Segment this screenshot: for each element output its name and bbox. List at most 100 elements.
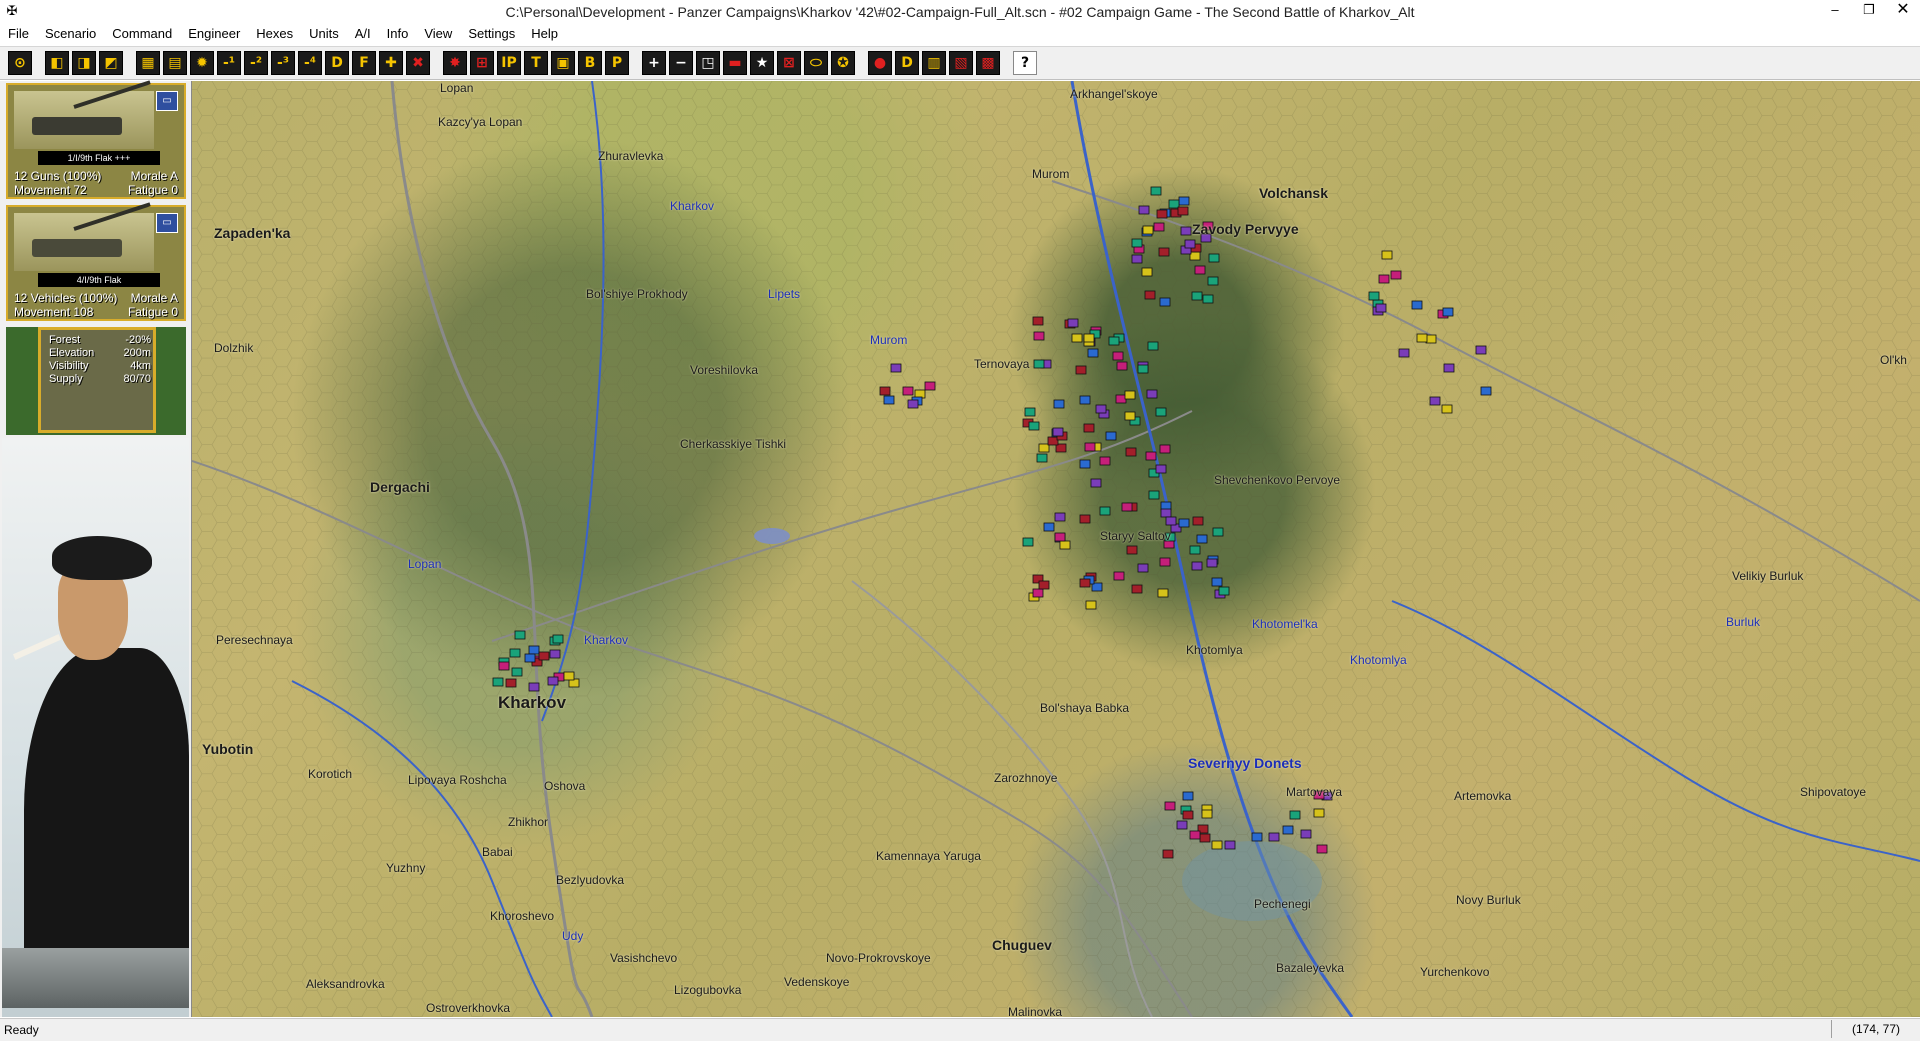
map-view[interactable]: Lopan Kazcy'ya Lopan Zhuravlevka Arkhang… bbox=[192, 81, 1920, 1017]
unit-counter[interactable] bbox=[1178, 518, 1190, 528]
unit-counter[interactable] bbox=[1090, 478, 1102, 488]
toolbar-button-15[interactable]: ✖ bbox=[406, 51, 430, 75]
menu-view[interactable]: View bbox=[416, 24, 460, 44]
unit-counter[interactable] bbox=[1121, 502, 1133, 512]
menu-command[interactable]: Command bbox=[104, 24, 180, 44]
unit-counter[interactable] bbox=[1105, 431, 1117, 441]
toolbar-button-23[interactable]: + bbox=[642, 51, 666, 75]
unit-counter[interactable] bbox=[1054, 512, 1066, 522]
unit-counter[interactable] bbox=[528, 682, 540, 692]
unit-counter[interactable] bbox=[1158, 247, 1170, 257]
minimize-button[interactable]: – bbox=[1818, 0, 1852, 22]
unit-counter[interactable] bbox=[1126, 545, 1138, 555]
unit-counter[interactable] bbox=[1024, 407, 1036, 417]
toolbar-button-7[interactable]: ✹ bbox=[190, 51, 214, 75]
unit-counter[interactable] bbox=[890, 363, 902, 373]
unit-card-1[interactable]: ▭ 1/I/9th Flak +++ 12 Guns (100%) Morale… bbox=[6, 80, 186, 199]
unit-counter[interactable] bbox=[492, 677, 504, 687]
menu-units[interactable]: Units bbox=[301, 24, 347, 44]
toolbar-button-17[interactable]: ⊞ bbox=[470, 51, 494, 75]
unit-counter[interactable] bbox=[1038, 580, 1050, 590]
menu-ai[interactable]: A/I bbox=[347, 24, 379, 44]
toolbar-button-35[interactable]: ▩ bbox=[976, 51, 1000, 75]
unit-counter[interactable] bbox=[1083, 333, 1095, 343]
unit-counter[interactable] bbox=[1113, 571, 1125, 581]
unit-counter[interactable] bbox=[1146, 389, 1158, 399]
unit-counter[interactable] bbox=[1036, 453, 1048, 463]
close-button[interactable]: ✕ bbox=[1886, 0, 1920, 22]
unit-counter[interactable] bbox=[1162, 849, 1174, 859]
menu-file[interactable]: File bbox=[0, 24, 37, 44]
unit-counter[interactable] bbox=[1177, 206, 1189, 216]
unit-counter[interactable] bbox=[1157, 588, 1169, 598]
toolbar-button-16[interactable]: ✸ bbox=[443, 51, 467, 75]
unit-counter[interactable] bbox=[1022, 537, 1034, 547]
unit-counter[interactable] bbox=[1131, 238, 1143, 248]
toolbar-button-3[interactable]: ◨ bbox=[72, 51, 96, 75]
unit-counter[interactable] bbox=[1087, 348, 1099, 358]
unit-counter[interactable] bbox=[1381, 250, 1393, 260]
unit-counter[interactable] bbox=[907, 399, 919, 409]
unit-counter[interactable] bbox=[1390, 270, 1402, 280]
unit-counter[interactable] bbox=[1159, 444, 1171, 454]
unit-counter[interactable] bbox=[1442, 307, 1454, 317]
toolbar-button-29[interactable]: ⬭ bbox=[804, 51, 828, 75]
unit-counter[interactable] bbox=[1378, 274, 1390, 284]
unit-counter[interactable] bbox=[1191, 561, 1203, 571]
unit-counter[interactable] bbox=[1375, 303, 1387, 313]
unit-counter[interactable] bbox=[1475, 345, 1487, 355]
unit-counters[interactable] bbox=[192, 81, 1920, 1017]
unit-counter[interactable] bbox=[549, 649, 561, 659]
unit-counter[interactable] bbox=[1095, 404, 1107, 414]
unit-counter[interactable] bbox=[1180, 226, 1192, 236]
unit-counter[interactable] bbox=[1137, 364, 1149, 374]
unit-counter[interactable] bbox=[511, 667, 523, 677]
unit-counter[interactable] bbox=[1168, 199, 1180, 209]
unit-counter[interactable] bbox=[1441, 404, 1453, 414]
unit-counter[interactable] bbox=[1206, 558, 1218, 568]
unit-counter[interactable] bbox=[1282, 825, 1294, 835]
unit-counter[interactable] bbox=[1159, 557, 1171, 567]
unit-counter[interactable] bbox=[1443, 363, 1455, 373]
unit-counter[interactable] bbox=[1189, 251, 1201, 261]
unit-counter[interactable] bbox=[1211, 577, 1223, 587]
unit-counter[interactable] bbox=[879, 386, 891, 396]
toolbar-button-22[interactable]: P bbox=[605, 51, 629, 75]
unit-counter[interactable] bbox=[1075, 365, 1087, 375]
unit-counter[interactable] bbox=[1155, 407, 1167, 417]
unit-counter[interactable] bbox=[1033, 359, 1045, 369]
unit-counter[interactable] bbox=[1429, 396, 1441, 406]
toolbar-button-10[interactable]: -³ bbox=[271, 51, 295, 75]
unit-counter[interactable] bbox=[1141, 267, 1153, 277]
toolbar-button-14[interactable]: ✚ bbox=[379, 51, 403, 75]
unit-counter[interactable] bbox=[1112, 351, 1124, 361]
unit-counter[interactable] bbox=[1207, 276, 1219, 286]
menu-scenario[interactable]: Scenario bbox=[37, 24, 104, 44]
unit-counter[interactable] bbox=[1182, 810, 1194, 820]
toolbar-button-27[interactable]: ★ bbox=[750, 51, 774, 75]
unit-counter[interactable] bbox=[1043, 522, 1055, 532]
unit-counter[interactable] bbox=[1165, 516, 1177, 526]
unit-counter[interactable] bbox=[1150, 186, 1162, 196]
unit-counter[interactable] bbox=[1164, 801, 1176, 811]
unit-counter[interactable] bbox=[1099, 506, 1111, 516]
unit-counter[interactable] bbox=[547, 676, 559, 686]
unit-counter[interactable] bbox=[883, 395, 895, 405]
toolbar-button-18[interactable]: IP bbox=[497, 51, 521, 75]
unit-counter[interactable] bbox=[1159, 297, 1171, 307]
toolbar-button-19[interactable]: T bbox=[524, 51, 548, 75]
toolbar-button-2[interactable]: ◧ bbox=[45, 51, 69, 75]
app-icon[interactable]: ✠ bbox=[4, 3, 20, 19]
unit-counter[interactable] bbox=[1131, 584, 1143, 594]
unit-counter[interactable] bbox=[1218, 586, 1230, 596]
unit-counter[interactable] bbox=[1138, 205, 1150, 215]
toolbar-button-11[interactable]: -⁴ bbox=[298, 51, 322, 75]
help-button[interactable]: ? bbox=[1013, 51, 1037, 75]
unit-counter[interactable] bbox=[1047, 436, 1059, 446]
toolbar-button-20[interactable]: ▣ bbox=[551, 51, 575, 75]
unit-counter[interactable] bbox=[1115, 394, 1127, 404]
unit-counter[interactable] bbox=[1224, 840, 1236, 850]
unit-counter[interactable] bbox=[514, 630, 526, 640]
toolbar-button-28[interactable]: ⊠ bbox=[777, 51, 801, 75]
unit-counter[interactable] bbox=[1028, 421, 1040, 431]
